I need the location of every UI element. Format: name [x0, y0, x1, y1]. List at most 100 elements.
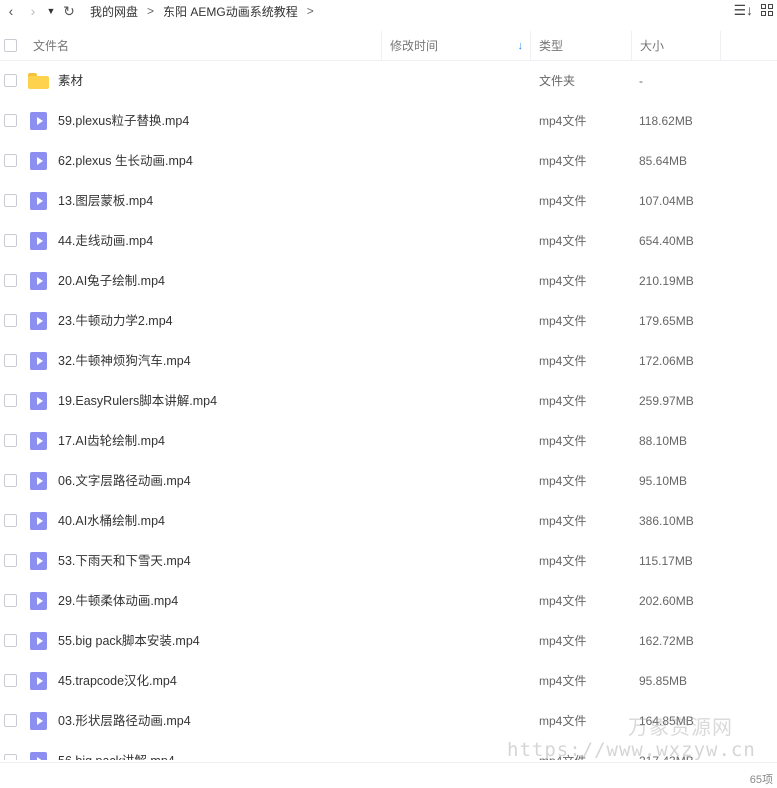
column-header-type[interactable]: 类型 — [530, 31, 630, 60]
file-name[interactable]: 44.走线动画.mp4 — [58, 221, 153, 261]
file-size: 210.19MB — [639, 274, 694, 288]
video-file-icon — [30, 472, 47, 490]
chevron-left-icon: ‹ — [8, 3, 14, 19]
file-type: mp4文件 — [539, 714, 587, 728]
file-size: 259.97MB — [639, 394, 694, 408]
back-button[interactable]: ‹ — [0, 0, 22, 22]
file-row[interactable]: 59.plexus粒子替换.mp4 mp4文件 118.62MB — [0, 101, 777, 141]
file-name[interactable]: 45.trapcode汉化.mp4 — [58, 661, 177, 701]
file-size: 386.10MB — [639, 514, 694, 528]
chevron-right-icon: › — [30, 3, 36, 19]
refresh-icon: ↻ — [63, 2, 75, 19]
file-name[interactable]: 19.EasyRulers脚本讲解.mp4 — [58, 381, 217, 421]
file-size: 179.65MB — [639, 314, 694, 328]
file-size: 172.06MB — [639, 354, 694, 368]
video-file-icon — [30, 272, 47, 290]
refresh-button[interactable]: ↻ — [58, 0, 80, 22]
file-type: 文件夹 — [539, 74, 576, 88]
row-checkbox[interactable] — [4, 674, 17, 687]
file-row[interactable]: 素材 文件夹 - — [0, 61, 777, 101]
breadcrumb: 我的网盘 > 东阳 AEMG动画系统教程 > — [90, 3, 323, 20]
file-size: 88.10MB — [639, 434, 688, 448]
column-header-name[interactable]: 文件名 — [33, 31, 379, 60]
file-row[interactable]: 40.AI水桶绘制.mp4 mp4文件 386.10MB — [0, 501, 777, 541]
file-name[interactable]: 29.牛顿柔体动画.mp4 — [58, 581, 178, 621]
row-checkbox[interactable] — [4, 114, 17, 127]
sort-descending-icon: ↓ — [517, 39, 524, 52]
file-name[interactable]: 55.big pack脚本安装.mp4 — [58, 621, 200, 661]
file-name[interactable]: 32.牛顿神烦狗汽车.mp4 — [58, 341, 191, 381]
row-checkbox[interactable] — [4, 554, 17, 567]
file-name[interactable]: 素材 — [58, 61, 83, 101]
file-row[interactable]: 29.牛顿柔体动画.mp4 mp4文件 202.60MB — [0, 581, 777, 621]
row-checkbox[interactable] — [4, 354, 17, 367]
video-file-icon — [30, 112, 47, 130]
forward-button[interactable]: › — [22, 0, 44, 22]
file-name[interactable]: 03.形状层路径动画.mp4 — [58, 701, 191, 741]
item-count: 65项 — [749, 774, 773, 786]
file-name[interactable]: 59.plexus粒子替换.mp4 — [58, 101, 189, 141]
select-all-checkbox[interactable] — [4, 39, 17, 52]
row-checkbox[interactable] — [4, 714, 17, 727]
file-row[interactable]: 06.文字层路径动画.mp4 mp4文件 95.10MB — [0, 461, 777, 501]
video-file-icon — [30, 552, 47, 570]
row-checkbox[interactable] — [4, 474, 17, 487]
grid-view-button[interactable] — [761, 4, 773, 16]
row-checkbox[interactable] — [4, 234, 17, 247]
video-file-icon — [30, 152, 47, 170]
file-type: mp4文件 — [539, 354, 587, 368]
row-checkbox[interactable] — [4, 394, 17, 407]
breadcrumb-item-current[interactable]: 东阳 AEMG动画系统教程 — [163, 3, 298, 20]
column-header-mtime[interactable]: 修改时间 ↓ — [381, 31, 529, 60]
file-row[interactable]: 53.下雨天和下雪天.mp4 mp4文件 115.17MB — [0, 541, 777, 581]
file-row[interactable]: 56.big pack讲解.mp4 mp4文件 217.43MB — [0, 741, 777, 760]
file-size: 118.62MB — [639, 114, 693, 128]
file-name[interactable]: 20.AI兔子绘制.mp4 — [58, 261, 165, 301]
row-checkbox[interactable] — [4, 754, 17, 760]
history-dropdown-button[interactable]: ▼ — [44, 0, 58, 22]
row-checkbox[interactable] — [4, 634, 17, 647]
file-row[interactable]: 32.牛顿神烦狗汽车.mp4 mp4文件 172.06MB — [0, 341, 777, 381]
breadcrumb-item-root[interactable]: 我的网盘 — [90, 3, 138, 20]
file-size: 217.43MB — [639, 741, 694, 760]
file-row[interactable]: 13.图层蒙板.mp4 mp4文件 107.04MB — [0, 181, 777, 221]
video-file-icon — [30, 632, 47, 650]
row-checkbox[interactable] — [4, 314, 17, 327]
column-header-size[interactable]: 大小 — [631, 31, 721, 60]
row-checkbox[interactable] — [4, 594, 17, 607]
file-name[interactable]: 13.图层蒙板.mp4 — [58, 181, 153, 221]
row-checkbox[interactable] — [4, 274, 17, 287]
file-type: mp4文件 — [539, 741, 586, 760]
file-row[interactable]: 03.形状层路径动画.mp4 mp4文件 164.85MB — [0, 701, 777, 741]
file-name[interactable]: 17.AI齿轮绘制.mp4 — [58, 421, 165, 461]
file-row[interactable]: 17.AI齿轮绘制.mp4 mp4文件 88.10MB — [0, 421, 777, 461]
file-row[interactable]: 19.EasyRulers脚本讲解.mp4 mp4文件 259.97MB — [0, 381, 777, 421]
file-name[interactable]: 62.plexus 生长动画.mp4 — [58, 141, 193, 181]
video-file-icon — [30, 672, 47, 690]
row-checkbox[interactable] — [4, 74, 17, 87]
row-checkbox[interactable] — [4, 194, 17, 207]
file-type: mp4文件 — [539, 274, 587, 288]
file-row[interactable]: 62.plexus 生长动画.mp4 mp4文件 85.64MB — [0, 141, 777, 181]
file-name[interactable]: 40.AI水桶绘制.mp4 — [58, 501, 165, 541]
file-row[interactable]: 55.big pack脚本安装.mp4 mp4文件 162.72MB — [0, 621, 777, 661]
file-size: 85.64MB — [639, 154, 688, 168]
folder-icon — [28, 73, 49, 89]
file-type: mp4文件 — [539, 474, 587, 488]
status-bar: 65项 — [0, 762, 777, 788]
file-row[interactable]: 20.AI兔子绘制.mp4 mp4文件 210.19MB — [0, 261, 777, 301]
file-list-header: 文件名 修改时间 ↓ 类型 大小 — [0, 31, 777, 61]
file-name[interactable]: 06.文字层路径动画.mp4 — [58, 461, 191, 501]
row-checkbox[interactable] — [4, 434, 17, 447]
sort-list-button[interactable]: ☰↓ — [733, 2, 753, 19]
file-row[interactable]: 45.trapcode汉化.mp4 mp4文件 95.85MB — [0, 661, 777, 701]
file-name[interactable]: 53.下雨天和下雪天.mp4 — [58, 541, 191, 581]
row-checkbox[interactable] — [4, 154, 17, 167]
file-row[interactable]: 23.牛顿动力学2.mp4 mp4文件 179.65MB — [0, 301, 777, 341]
row-checkbox[interactable] — [4, 514, 17, 527]
file-row[interactable]: 44.走线动画.mp4 mp4文件 654.40MB — [0, 221, 777, 261]
grid-cell-icon — [761, 11, 766, 16]
file-name[interactable]: 23.牛顿动力学2.mp4 — [58, 301, 173, 341]
file-type: mp4文件 — [539, 114, 587, 128]
file-name[interactable]: 56.big pack讲解.mp4 — [58, 741, 175, 760]
